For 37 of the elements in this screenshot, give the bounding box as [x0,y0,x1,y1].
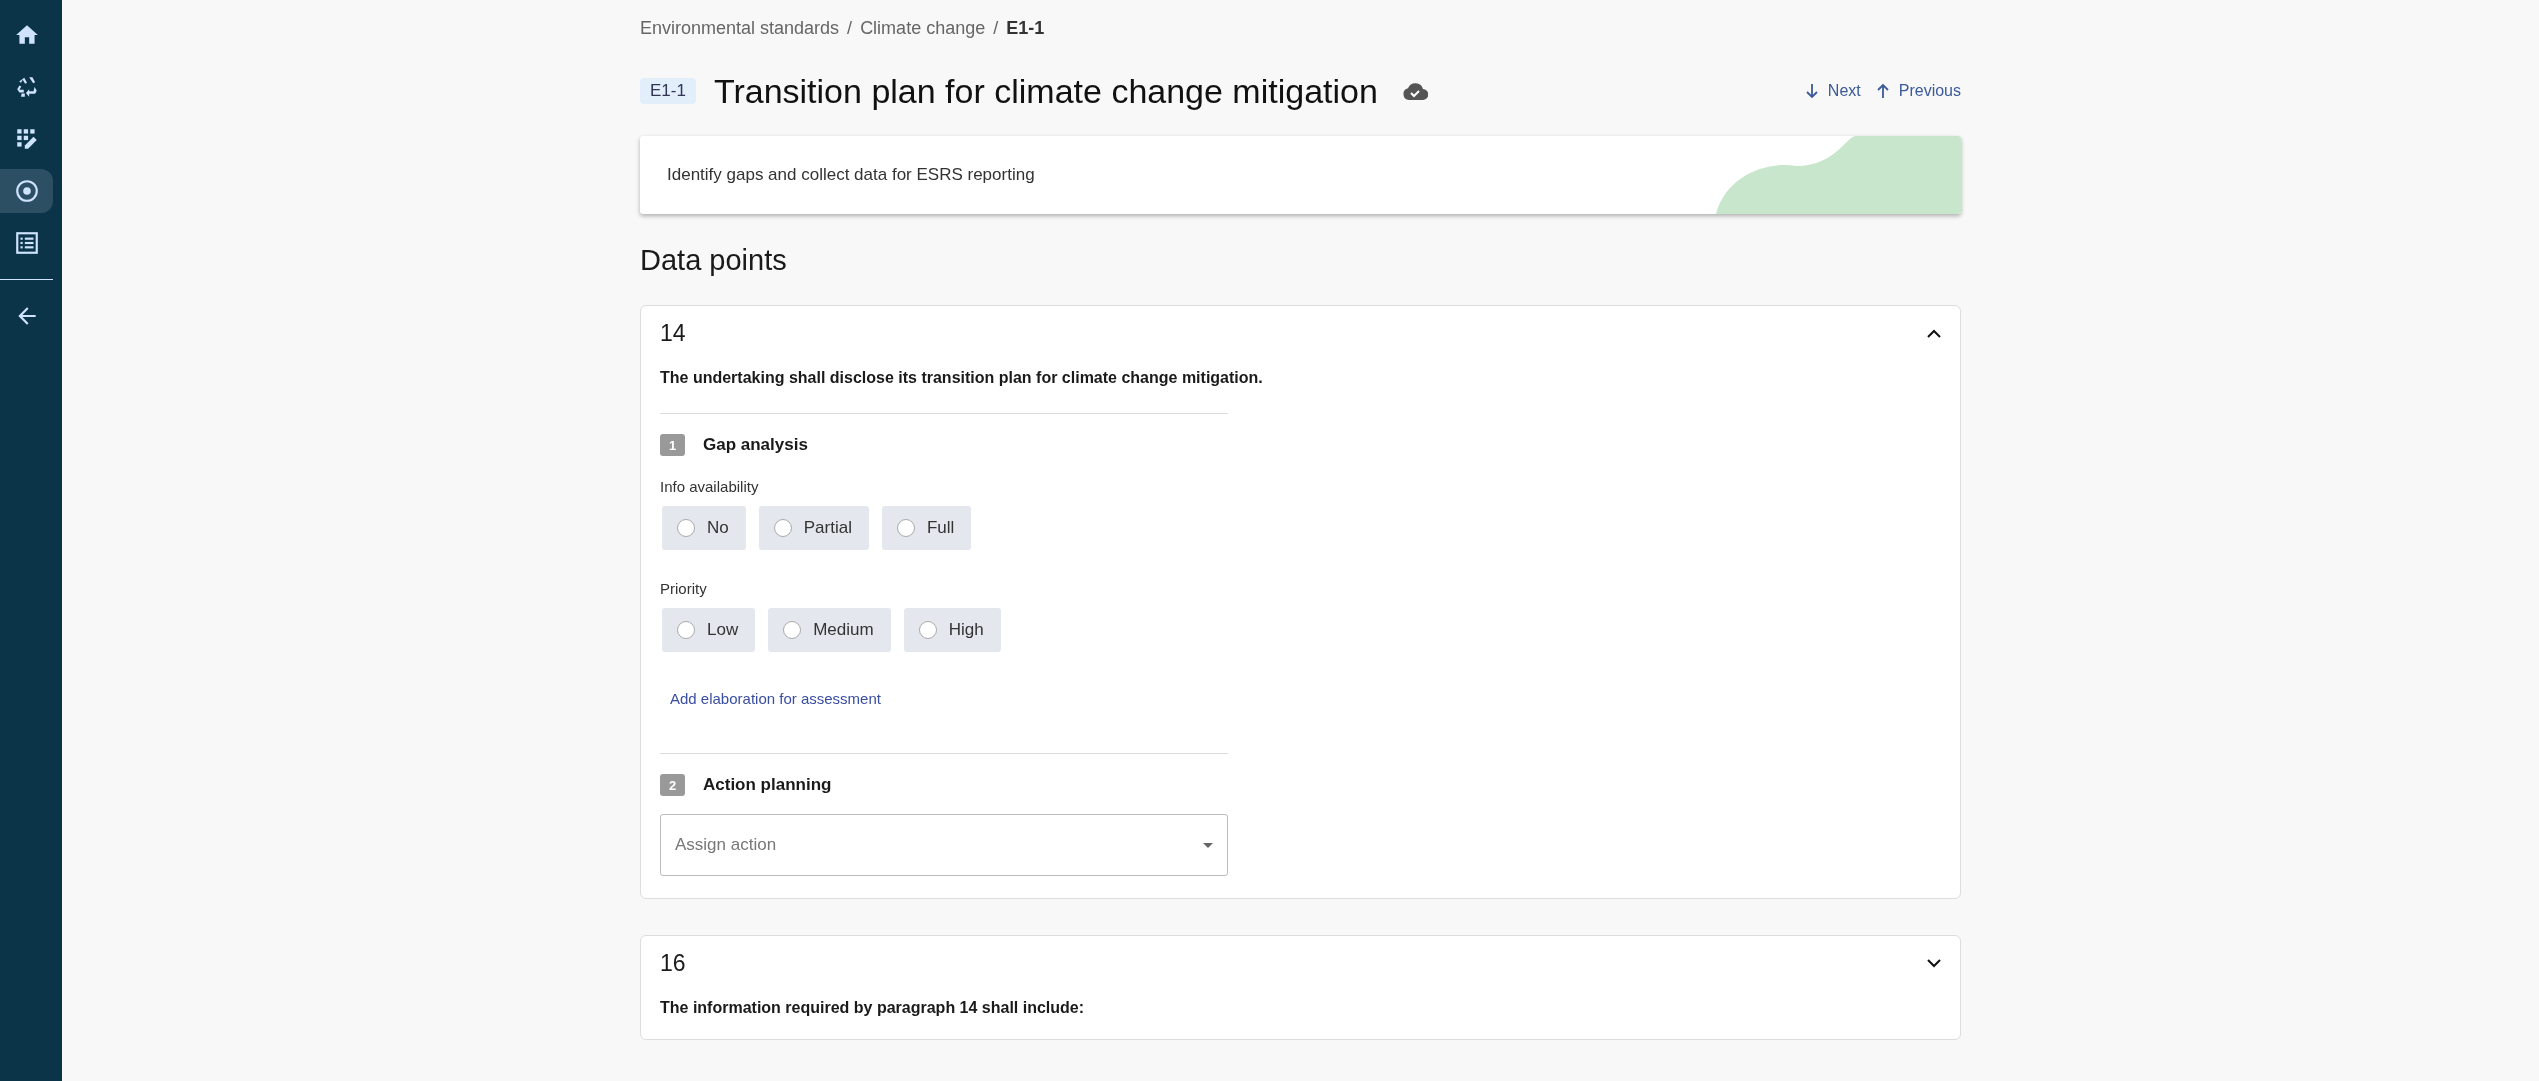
cloud-check-icon [1401,82,1428,100]
page-title: Transition plan for climate change mitigation [713,71,1378,111]
list-icon [13,230,40,256]
banner-text: Identify gaps and collect data for ESRS reporting [666,165,1035,185]
breadcrumb-separator: / [847,18,853,40]
data-point-statement: The information required by paragraph 14 shall include: [660,999,1086,1017]
radio-option[interactable]: Low [662,608,756,652]
target-icon [13,178,40,204]
radio-option[interactable]: High [903,608,1001,652]
breadcrumb-link[interactable]: Climate change [860,18,986,44]
code-badge: E1-1 [640,78,696,104]
field-label: Priority [660,580,708,597]
radio-option[interactable]: Full [881,506,972,550]
assign-action-dropdown[interactable]: Assign action [660,814,1228,876]
step-number-badge: 2 [660,774,685,796]
sidebar-nav-item[interactable] [0,169,53,213]
data-point-statement: The undertaking shall disclose its transition plan for climate change mitigation. [660,369,1264,387]
data-point-number: 14 [660,320,686,347]
caret-icon [1203,842,1213,848]
chevron-up-icon[interactable] [1927,329,1941,338]
previous-link[interactable]: Previous [1874,82,1961,100]
add-elaboration-link[interactable]: Add elaboration for assessment [670,690,881,707]
breadcrumb-link[interactable]: Environmental standards [640,18,840,44]
arrow-down-icon [1803,83,1820,99]
field-label: Info availability [660,478,760,495]
step-title: Action planning [703,775,832,795]
breadcrumb-current: E1-1 [1006,18,1045,40]
radio-option[interactable]: No [662,506,746,550]
radio-option[interactable]: Partial [758,506,869,550]
next-link[interactable]: Next [1803,82,1861,100]
radio-option[interactable]: Medium [768,608,891,652]
breadcrumb-separator: / [993,18,999,40]
section-heading: Data points [640,244,788,277]
step-title: Gap analysis [703,435,808,455]
data-point-number: 16 [660,950,686,977]
chevron-down-icon[interactable] [1927,959,1941,968]
step-number-badge: 1 [660,434,685,456]
